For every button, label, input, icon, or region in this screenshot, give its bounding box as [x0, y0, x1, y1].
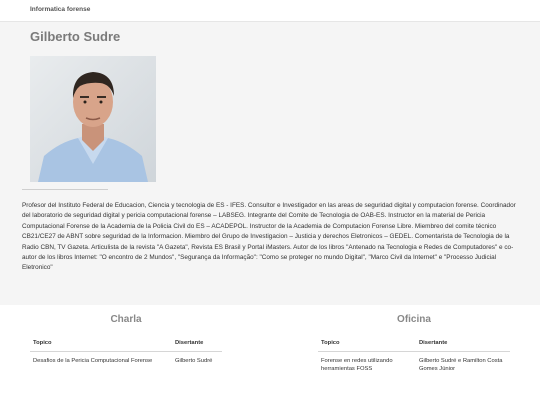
column-header-disertante: Disertante: [172, 337, 222, 352]
table-row: Forense en redes utilizando herramientas…: [318, 351, 510, 377]
bio-divider: [22, 189, 108, 190]
oficina-title: Oficina: [397, 314, 431, 325]
disertante-cell: Gilberto Sudré e Ramilton Costa Gomes Jú…: [419, 357, 503, 373]
oficina-table: Topico Disertante Forense en redes utili…: [318, 337, 510, 377]
table-row: Desafios de la Pericia Computacional For…: [30, 351, 222, 368]
charla-table: Topico Disertante Desafios de la Pericia…: [30, 337, 222, 368]
disertante-cell: Gilberto Sudré: [175, 357, 213, 364]
column-header-topico: Topico: [30, 337, 172, 352]
navbar-brand-link[interactable]: Informatica forense: [30, 6, 90, 13]
column-header-topico: Topico: [318, 337, 416, 352]
topico-cell: Desafios de la Pericia Computacional For…: [33, 357, 153, 364]
top-navbar: Informatica forense: [0, 0, 540, 22]
column-header-disertante: Disertante: [416, 337, 510, 352]
speaker-bio: Profesor del Instituto Federal de Educac…: [22, 202, 516, 272]
sessions-area: Charla Topico Disertante Desafios de la …: [0, 305, 540, 405]
speaker-name-heading: Gilberto Sudre: [30, 29, 121, 44]
speaker-photo: [30, 56, 156, 182]
table-header-row: Topico Disertante: [318, 337, 510, 352]
topico-cell: Forense en redes utilizando herramientas…: [321, 357, 393, 373]
table-header-row: Topico Disertante: [30, 337, 222, 352]
charla-title: Charla: [110, 314, 142, 325]
